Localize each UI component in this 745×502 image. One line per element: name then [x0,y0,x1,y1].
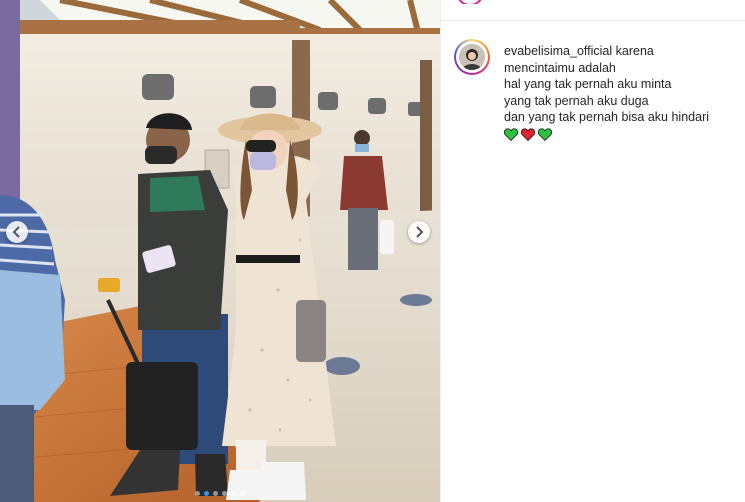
carousel-indicator [0,491,440,496]
post-header [441,0,745,21]
carousel-dot [213,491,218,496]
caption-text: evabelisima_official karena mencintaimu … [504,43,739,141]
green-heart-icon [538,127,552,141]
caption-line: yang tak pernah aku duga [504,93,649,108]
caption-line: karena [615,44,654,58]
red-heart-icon [521,127,535,141]
caption-line: hal yang tak pernah aku minta [504,77,672,91]
chevron-right-icon [416,226,424,238]
caption-line: dan yang tak pernah bisa aku hindari [504,110,710,124]
avatar[interactable] [454,39,490,75]
post-photo[interactable] [0,0,440,502]
carousel-dot [240,491,245,496]
carousel-dot [231,491,236,496]
airport-photo-image [0,0,440,502]
carousel-dot [222,491,227,496]
carousel-dot [195,491,200,496]
green-heart-icon [504,127,518,141]
username-link[interactable]: evabelisima_official [504,44,612,58]
chevron-left-icon [12,226,20,238]
header-avatar[interactable] [456,0,484,4]
carousel-dot [204,491,209,496]
profile-photo [459,44,485,70]
carousel-prev-button[interactable] [6,221,28,243]
carousel-next-button[interactable] [408,221,430,243]
caption-line: mencintaimu adalah [504,60,616,75]
post-side-panel: evabelisima_official karena mencintaimu … [440,0,745,502]
emoji-row [504,127,739,141]
